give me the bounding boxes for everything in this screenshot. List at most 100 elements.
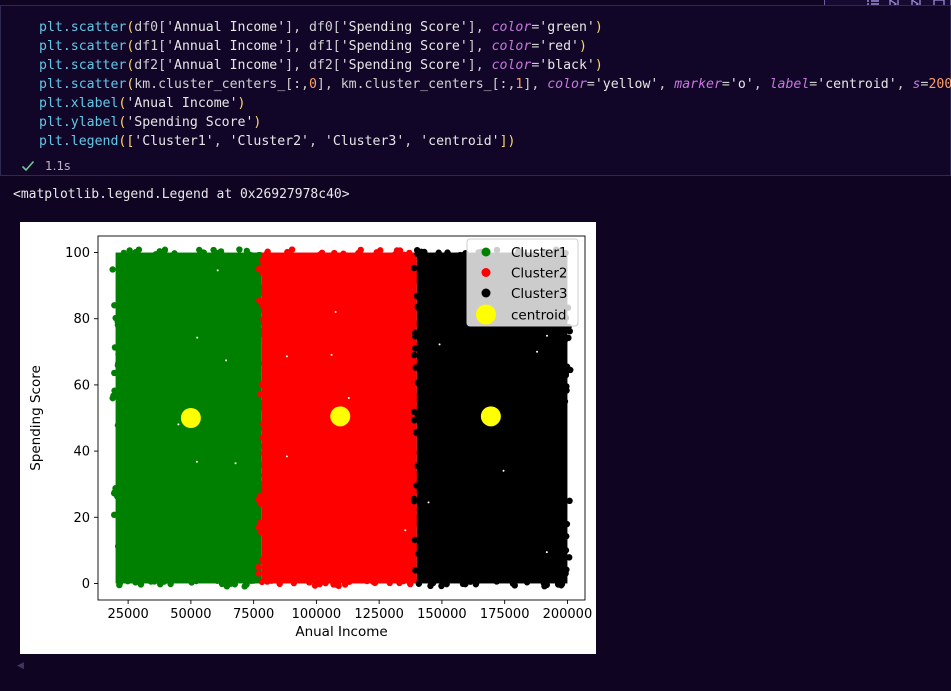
code-editor[interactable]: plt.scatter(df0['Annual Income'], df0['S… (39, 18, 951, 151)
code-line[interactable]: plt.xlabel('Anual Income') (39, 94, 951, 113)
code-token: , (213, 134, 230, 149)
data-point (260, 450, 267, 458)
code-token: 'Anual Income' (126, 96, 238, 111)
data-point (413, 292, 421, 300)
data-point (414, 250, 421, 258)
data-point (438, 582, 445, 590)
data-point (472, 581, 480, 588)
code-token: ], (467, 20, 492, 35)
data-point (563, 533, 570, 540)
data-point (255, 524, 262, 531)
exec-time: 1.1s (45, 159, 71, 173)
data-point (111, 369, 118, 377)
data-point (554, 581, 562, 588)
code-token: color (491, 20, 532, 35)
data-point (231, 581, 238, 588)
data-point (188, 579, 195, 586)
data-point (412, 329, 419, 337)
point-gap (285, 355, 288, 358)
point-gap (404, 529, 407, 532)
data-point (257, 390, 264, 398)
code-token: plt.scatter (39, 77, 127, 92)
code-token: marker (674, 77, 722, 92)
point-gap (347, 396, 350, 399)
code-token: 'centroid' (420, 134, 500, 149)
point-gap (546, 334, 549, 337)
code-token: 0 (308, 77, 317, 92)
code-token: ], df2[ (285, 58, 341, 73)
point-gap (334, 311, 337, 314)
code-cell[interactable]: plt.scatter(df0['Annual Income'], df0['S… (0, 5, 951, 176)
code-token: ) (253, 115, 262, 130)
code-token: ], df1[ (285, 39, 341, 54)
scroll-left-icon[interactable]: ◀ (17, 661, 24, 671)
data-point (109, 394, 116, 402)
data-point (373, 251, 380, 258)
code-token: km.cluster_centers_[:, (134, 77, 309, 92)
code-token: = (586, 77, 595, 92)
point-gap (536, 350, 539, 353)
data-point (411, 264, 418, 272)
code-token: , (896, 77, 913, 92)
x-tick-label: 125000 (354, 607, 404, 622)
legend-label: Cluster2 (511, 266, 568, 282)
data-point (112, 314, 119, 322)
point-gap (195, 460, 198, 463)
data-point (260, 260, 267, 268)
code-token: 'Cluster3' (324, 134, 405, 149)
data-point (124, 578, 131, 585)
data-point (260, 420, 267, 428)
code-line[interactable]: plt.scatter(km.cluster_centers_[:,0], km… (39, 75, 951, 94)
code-line[interactable]: plt.legend(['Cluster1', 'Cluster2', 'Clu… (39, 132, 951, 151)
x-tick-label: 200000 (543, 607, 593, 622)
y-tick-label: 0 (82, 577, 90, 592)
cell-output-text: <matplotlib.legend.Legend at 0x26927978c… (13, 187, 350, 202)
y-axis-label: Spending Score (28, 365, 44, 471)
code-token: 'Spending Score' (340, 58, 468, 73)
data-point (111, 302, 118, 309)
data-point (132, 579, 139, 586)
code-token: ], (467, 58, 492, 73)
legend-label: centroid (511, 308, 566, 324)
y-tick-label: 20 (73, 511, 90, 526)
data-point (563, 363, 571, 370)
data-point (135, 246, 143, 253)
data-point (563, 566, 570, 573)
data-point (263, 250, 270, 258)
data-point (566, 327, 573, 335)
point-gap (330, 353, 333, 356)
data-point (331, 249, 338, 257)
x-tick-label: 100000 (292, 607, 342, 622)
data-point (411, 536, 419, 544)
legend-label: Cluster3 (511, 286, 568, 302)
data-point (318, 249, 326, 256)
code-token: ], df0[ (285, 20, 341, 35)
code-line[interactable]: plt.ylabel('Spending Score') (39, 113, 951, 132)
code-line[interactable]: plt.scatter(df2['Annual Income'], df2['S… (39, 56, 951, 75)
code-token: 'Annual Income' (166, 39, 286, 54)
data-point (217, 248, 225, 255)
code-token: 'Spending Score' (340, 20, 468, 35)
code-token: 'Spending Score' (126, 115, 254, 130)
code-token: ([ (118, 134, 135, 149)
code-token: 'Annual Income' (166, 58, 286, 73)
code-token: , (753, 77, 770, 92)
code-token: ) (594, 20, 603, 35)
y-tick-label: 100 (65, 246, 90, 261)
data-point (210, 246, 217, 254)
code-token: 'o' (729, 77, 754, 92)
code-line[interactable]: plt.scatter(df0['Annual Income'], df0['S… (39, 18, 951, 37)
code-line[interactable]: plt.scatter(df1['Annual Income'], df1['S… (39, 37, 951, 56)
data-point (236, 246, 243, 253)
data-point (444, 251, 452, 258)
code-token: 'yellow' (594, 77, 659, 92)
point-gap (285, 455, 288, 458)
data-point (171, 250, 178, 257)
data-point (562, 547, 570, 554)
data-point (400, 577, 407, 585)
data-point (427, 582, 434, 590)
data-point (258, 269, 266, 276)
point-gap (177, 423, 180, 426)
data-point (157, 581, 164, 588)
point-gap (216, 269, 219, 272)
